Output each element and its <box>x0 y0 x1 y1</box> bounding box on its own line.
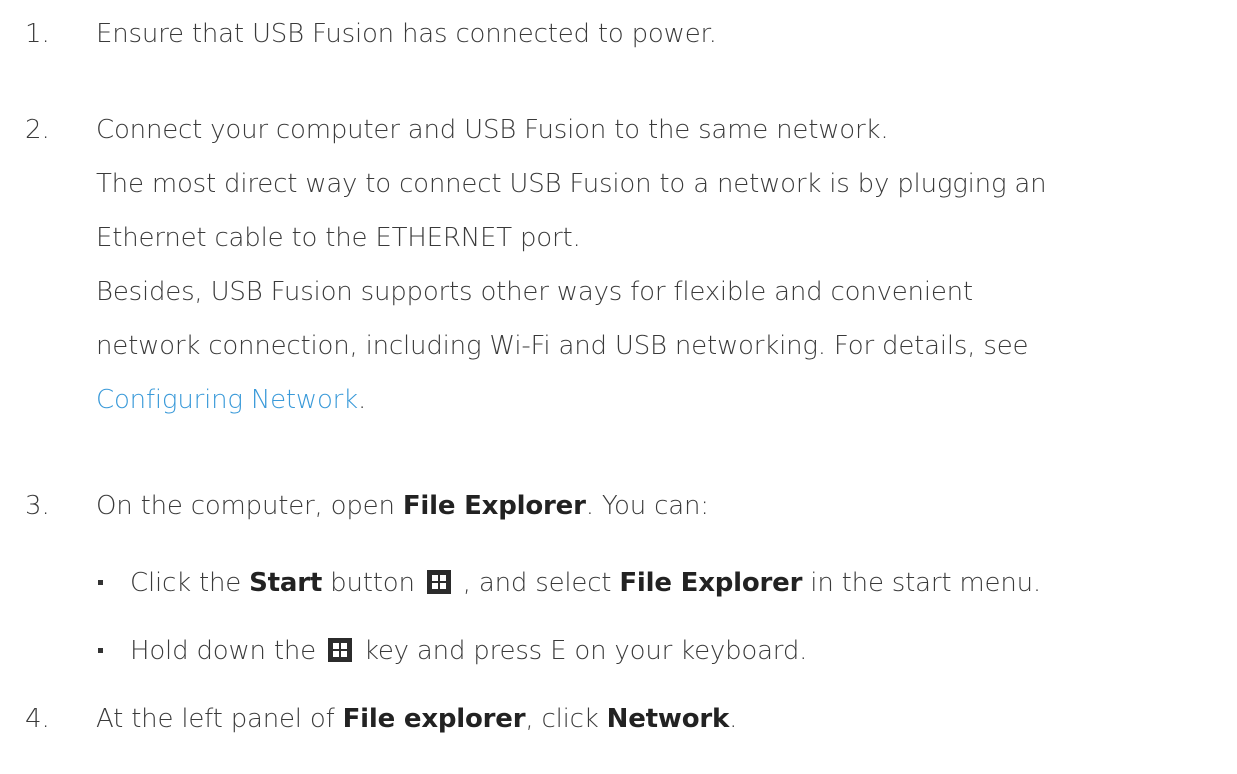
punctuation: . <box>358 385 367 415</box>
step-line: Configuring Network. <box>96 373 1216 427</box>
text-fragment: , and select <box>462 568 620 598</box>
start-term: Start <box>249 568 323 598</box>
configuring-network-link[interactable]: Configuring Network <box>96 385 358 415</box>
step-line: network connection, including Wi-Fi and … <box>96 331 1029 361</box>
bullet-text: Click the Start button , and select File … <box>130 556 1041 610</box>
step-number: 1. <box>25 19 50 49</box>
bullet-text: Hold down the key and press E on your key… <box>130 624 807 678</box>
text-fragment: in the start menu. <box>802 568 1041 598</box>
step-line: Ethernet cable to the ETHERNET port. <box>96 223 581 253</box>
step-number: 3. <box>25 491 50 521</box>
text-fragment: key and press E on your keyboard. <box>363 636 808 666</box>
bullet-marker <box>98 648 103 653</box>
step-line: Besides, USB Fusion supports other ways … <box>96 277 973 307</box>
step-line: The most direct way to connect USB Fusio… <box>96 169 1047 199</box>
windows-logo-icon <box>426 570 451 594</box>
step-text: Connect your computer and USB Fusion to … <box>96 103 1216 427</box>
step-text: On the computer, open File Explorer. You… <box>96 479 1216 533</box>
text-fragment: . <box>729 704 738 734</box>
file-explorer-term: File Explorer <box>402 491 586 521</box>
windows-logo-icon <box>327 638 352 662</box>
text-fragment: Hold down the <box>130 636 316 666</box>
text-fragment: Click the <box>130 568 250 598</box>
text-fragment: , click <box>525 704 607 734</box>
file-explorer-term: File explorer <box>342 704 526 734</box>
step-line: On the computer, open File Explorer. You… <box>96 479 1216 533</box>
step-line: At the left panel of File explorer, clic… <box>96 692 1216 746</box>
text-fragment: On the computer, open <box>96 491 403 521</box>
file-explorer-term: File Explorer <box>619 568 803 598</box>
network-term: Network <box>606 704 730 734</box>
step-line: Connect your computer and USB Fusion to … <box>96 115 889 145</box>
step-number: 2. <box>25 115 50 145</box>
text-fragment: . You can: <box>585 491 709 521</box>
instructions-document: 1. Ensure that USB Fusion has connected … <box>0 0 1237 774</box>
step-text: At the left panel of File explorer, clic… <box>96 692 1216 746</box>
text-fragment: button <box>322 568 415 598</box>
bullet-marker <box>98 580 103 585</box>
step-line: Ensure that USB Fusion has connected to … <box>96 19 717 49</box>
text-fragment: At the left panel of <box>96 704 343 734</box>
step-number: 4. <box>25 704 50 734</box>
step-text: Ensure that USB Fusion has connected to … <box>96 7 1216 61</box>
